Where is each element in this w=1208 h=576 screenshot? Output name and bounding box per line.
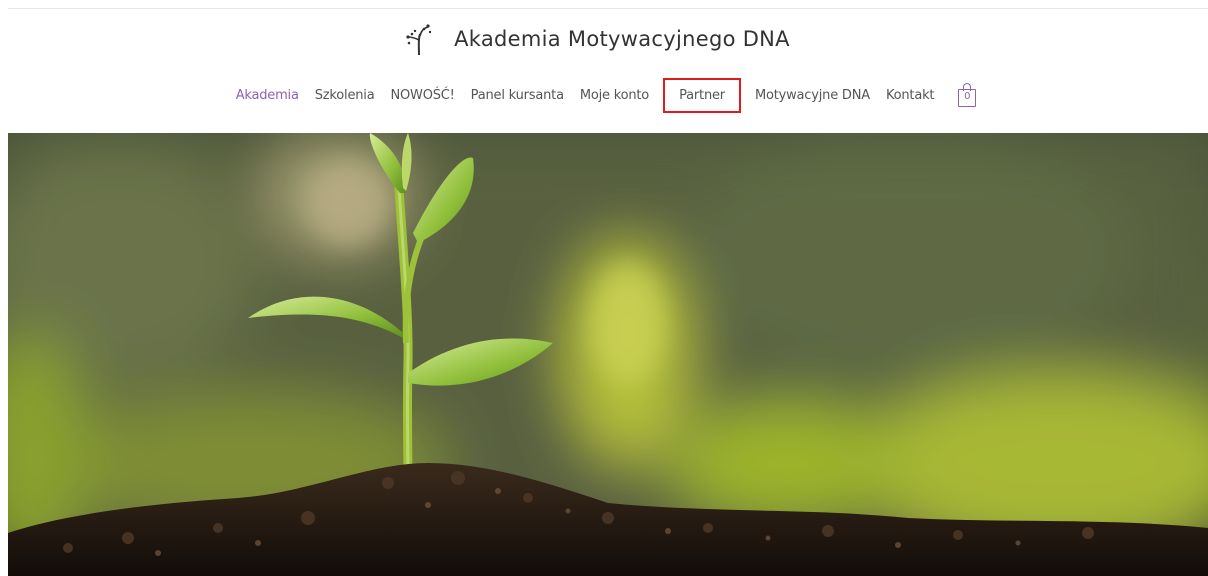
cart-count: 0	[964, 90, 971, 102]
nav-item-panel-kursanta[interactable]: Panel kursanta	[465, 82, 570, 109]
nav-item-nowosc[interactable]: NOWOŚĆ!	[384, 82, 460, 109]
nav-item-moje-konto[interactable]: Moje konto	[574, 82, 655, 109]
hero-seedling-image	[8, 133, 1208, 576]
sprout-logo-icon[interactable]	[404, 22, 432, 56]
site-title[interactable]: Akademia Motywacyjnego DNA	[454, 27, 790, 51]
top-divider	[8, 8, 1208, 9]
nav-item-szkolenia[interactable]: Szkolenia	[309, 82, 381, 109]
main-navigation: Akademia Szkolenia NOWOŚĆ! Panel kursant…	[0, 78, 1208, 113]
nav-item-kontakt[interactable]: Kontakt	[880, 82, 940, 109]
shopping-bag-icon[interactable]: 0	[956, 82, 980, 110]
nav-item-akademia[interactable]: Akademia	[230, 82, 305, 109]
nav-item-motywacyjne-dna[interactable]: Motywacyjne DNA	[749, 82, 876, 109]
site-header: Akademia Motywacyjnego DNA	[0, 22, 1208, 56]
nav-item-partner[interactable]: Partner	[663, 78, 741, 113]
seedling-in-soil-photo	[8, 133, 1208, 576]
